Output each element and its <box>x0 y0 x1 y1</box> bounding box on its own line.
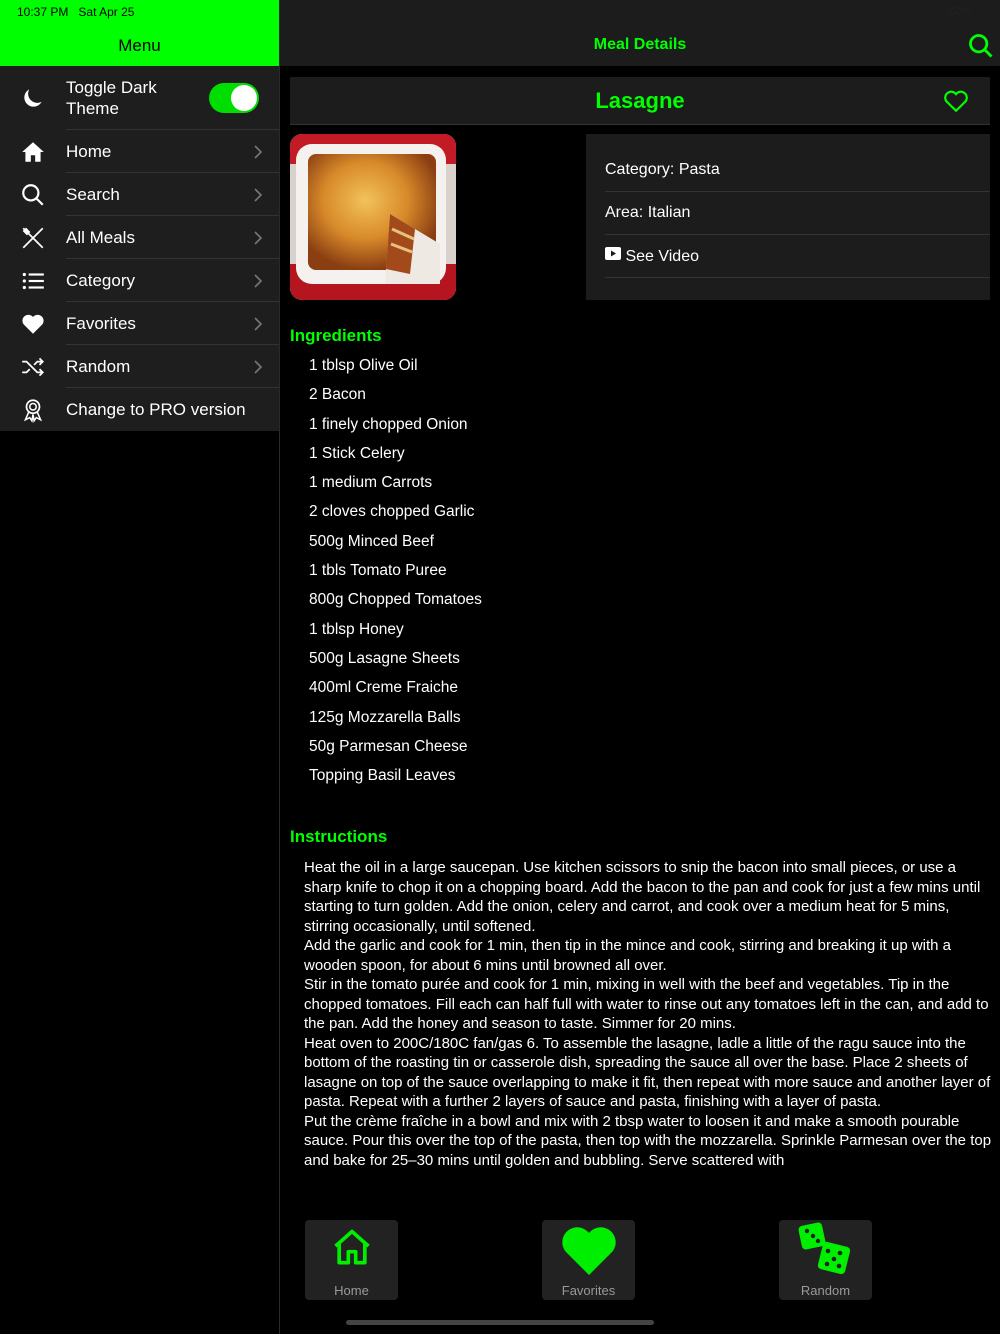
instruction-paragraph: Stir in the tomato purée and cook for 1 … <box>304 976 989 1032</box>
ingredients-list: 1 tblsp Olive Oil 2 Bacon 1 finely chopp… <box>309 356 482 795</box>
sidebar-item-random[interactable]: Random <box>0 345 279 388</box>
sidebar-item-home[interactable]: Home <box>0 130 279 173</box>
chevron-right-icon <box>254 144 263 159</box>
tab-label: Favorites <box>561 1283 616 1298</box>
nav-bar: 22% Meal Details <box>280 0 1000 66</box>
divider <box>605 277 990 278</box>
award-icon <box>0 397 66 423</box>
ingredient-item: 500g Lasagne Sheets <box>309 649 460 667</box>
tab-label: Home <box>334 1283 369 1298</box>
switch-knob <box>231 85 257 111</box>
meal-info-panel: Category: Pasta Area: Italian See Video <box>586 134 990 300</box>
see-video-label: See Video <box>625 248 699 265</box>
instruction-paragraph: Heat the oil in a large saucepan. Use ki… <box>304 859 981 935</box>
ingredient-item: 1 tbls Tomato Puree <box>309 562 447 580</box>
sidebar-item-label: Change to PRO version <box>66 400 246 419</box>
meal-category: Category: Pasta <box>605 161 720 178</box>
home-icon <box>333 1229 370 1265</box>
home-icon <box>0 139 66 165</box>
sidebar-item-label: All Meals <box>66 228 135 247</box>
ingredient-item: 1 finely chopped Onion <box>309 415 468 433</box>
ingredient-item: 50g Parmesan Cheese <box>309 737 468 755</box>
ingredient-item: 125g Mozzarella Balls <box>309 708 461 726</box>
sidebar-item-label: Category <box>66 271 135 290</box>
instructions-text[interactable]: Heat the oil in a large saucepan. Use ki… <box>304 858 992 1188</box>
favorite-heart-icon[interactable] <box>943 89 969 113</box>
status-time: 10:37 PM Sat Apr 25 <box>17 5 135 19</box>
sidebar-item-change-to-pro[interactable]: Change to PRO version <box>0 388 279 431</box>
tab-favorites[interactable]: Favorites <box>542 1220 635 1300</box>
sidebar-item-search[interactable]: Search <box>0 173 279 216</box>
dice-icon <box>798 1222 850 1275</box>
meal-category-row: Category: Pasta <box>586 149 990 192</box>
ingredient-item: 400ml Creme Fraiche <box>309 679 459 697</box>
meal-name: Lasagne <box>595 88 685 113</box>
instruction-paragraph: Put the crème fraîche in a bowl and mix … <box>304 1112 992 1169</box>
sidebar-item-toggle-dark-theme: Toggle Dark Theme <box>0 66 279 130</box>
sidebar-item-label: Random <box>66 357 131 376</box>
sidebar-title: Menu <box>118 36 161 55</box>
ingredient-item: 2 cloves chopped Garlic <box>309 503 475 521</box>
see-video-content: See Video <box>605 247 699 266</box>
sidebar-item-label: Home <box>66 142 112 161</box>
dark-theme-switch[interactable] <box>209 83 259 113</box>
ingredient-item: 1 medium Carrots <box>309 474 433 492</box>
ingredient-item: 1 Stick Celery <box>309 444 405 462</box>
home-indicator[interactable] <box>346 1320 654 1325</box>
ingredients-heading: Ingredients <box>290 326 382 345</box>
tab-home[interactable]: Home <box>305 1220 398 1300</box>
utensils-icon <box>0 225 66 251</box>
chevron-right-icon <box>254 187 263 202</box>
sidebar-item-label: Favorites <box>66 314 136 333</box>
instructions-heading: Instructions <box>290 827 388 846</box>
sidebar-item-category[interactable]: Category <box>0 259 279 302</box>
search-icon[interactable] <box>967 32 995 60</box>
chevron-right-icon <box>254 273 263 288</box>
heart-icon <box>561 1227 616 1275</box>
meal-area-row: Area: Italian <box>586 192 990 235</box>
ingredient-item: 2 Bacon <box>309 386 366 404</box>
ingredient-item: Topping Basil Leaves <box>309 767 456 785</box>
battery-status: 22% <box>947 5 970 17</box>
ingredient-item: 1 tblsp Honey <box>309 620 404 638</box>
meal-title-bar: Lasagne <box>290 77 990 125</box>
tab-random[interactable]: Random <box>779 1220 872 1300</box>
list-icon <box>0 268 66 294</box>
see-video-link[interactable]: See Video <box>586 235 990 278</box>
main-content: 22% Meal Details Lasagne Category: Pasta… <box>280 0 1000 1334</box>
sidebar: 10:37 PM Sat Apr 25 Menu Toggle Dark The… <box>0 0 280 1334</box>
ingredient-item: 800g Chopped Tomatoes <box>309 591 482 609</box>
ingredient-item: 1 tblsp Olive Oil <box>309 357 418 374</box>
instruction-paragraph: Heat oven to 200C/180C fan/gas 6. To ass… <box>304 1034 991 1111</box>
search-icon <box>0 182 66 208</box>
sidebar-item-label: Search <box>66 185 120 204</box>
sidebar-item-all-meals[interactable]: All Meals <box>0 216 279 259</box>
meal-area: Area: Italian <box>605 204 691 221</box>
bottom-tab-bar: Home Favorites Random <box>280 1220 1000 1300</box>
chevron-right-icon <box>254 359 263 374</box>
meal-thumbnail <box>290 134 456 300</box>
heart-icon <box>0 311 66 337</box>
sidebar-menu: Toggle Dark Theme Home Search All Meals <box>0 66 279 431</box>
instruction-paragraph: Add the garlic and cook for 1 min, then … <box>304 937 952 974</box>
chevron-right-icon <box>254 230 263 245</box>
page-title: Meal Details <box>593 36 687 53</box>
shuffle-icon <box>0 354 66 380</box>
video-play-icon <box>605 247 621 260</box>
tab-label: Random <box>800 1283 851 1298</box>
sidebar-item-favorites[interactable]: Favorites <box>0 302 279 345</box>
toggle-dark-theme-label: Toggle Dark Theme <box>66 78 157 118</box>
ingredient-item: 500g Minced Beef <box>309 532 434 550</box>
moon-icon <box>0 85 66 111</box>
sidebar-header: 10:37 PM Sat Apr 25 Menu <box>0 0 279 66</box>
chevron-right-icon <box>254 316 263 331</box>
